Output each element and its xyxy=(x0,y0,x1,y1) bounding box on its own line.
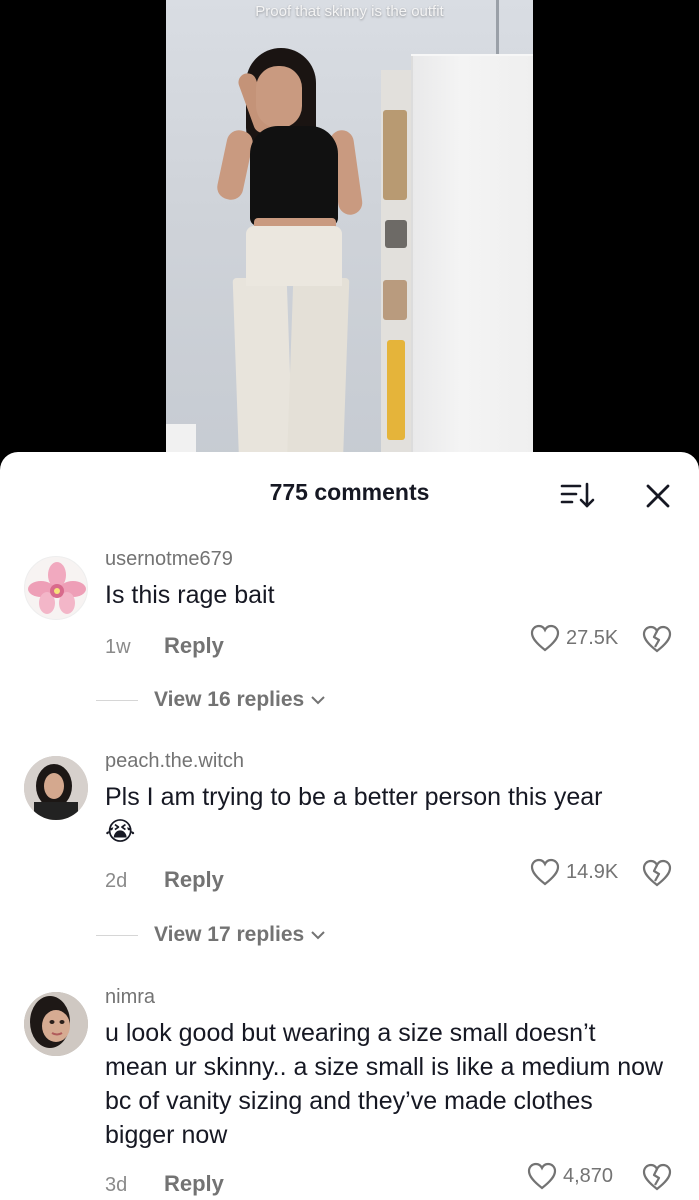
comment-text: Pls I am trying to be a better person th… xyxy=(105,783,603,811)
reply-button[interactable]: Reply xyxy=(164,633,224,659)
sort-icon xyxy=(560,482,595,508)
comment-timestamp: 1w xyxy=(105,636,131,658)
avatar[interactable] xyxy=(24,992,88,1056)
like-count: 14.9K xyxy=(566,860,619,883)
video-area[interactable]: Proof that skinny is the outfit xyxy=(0,0,699,470)
orchid-flower-avatar-icon xyxy=(28,562,86,614)
like-count: 4,870 xyxy=(563,1164,614,1187)
like-count: 27.5K xyxy=(566,626,619,649)
heart-icon xyxy=(527,1162,557,1190)
reply-button[interactable]: Reply xyxy=(164,1171,224,1197)
comments-header: 775 comments xyxy=(0,452,699,532)
video-frame[interactable]: Proof that skinny is the outfit xyxy=(166,0,533,470)
like-button[interactable]: 27.5K xyxy=(530,624,618,652)
video-caption: Proof that skinny is the outfit xyxy=(255,3,444,20)
comment-timestamp: 2d xyxy=(105,870,128,892)
comment-text: u look good but wearing a size small doe… xyxy=(105,1019,664,1149)
chevron-down-icon xyxy=(311,696,325,705)
dislike-button[interactable] xyxy=(641,859,673,892)
broken-heart-icon xyxy=(642,859,672,887)
close-icon xyxy=(646,484,670,508)
comment-username[interactable]: nimra xyxy=(105,986,155,1009)
woman-dark-hair-avatar-icon xyxy=(24,756,88,820)
person-figure xyxy=(166,0,533,470)
woman-selfie-avatar-icon xyxy=(24,992,88,1056)
broken-heart-icon xyxy=(642,625,672,653)
dislike-button[interactable] xyxy=(641,1163,673,1196)
close-button[interactable] xyxy=(638,476,678,516)
comment-emoji: 😭 xyxy=(105,816,136,846)
broken-heart-icon xyxy=(642,1163,672,1191)
comments-sheet: 775 comments usernotme679 Is this rage b… xyxy=(0,452,699,1200)
avatar[interactable] xyxy=(24,756,88,820)
heart-icon xyxy=(530,858,560,886)
chevron-down-icon xyxy=(311,931,325,940)
view-replies-label: View 16 replies xyxy=(154,688,305,711)
heart-icon xyxy=(530,624,560,652)
like-button[interactable]: 14.9K xyxy=(530,858,618,886)
avatar[interactable] xyxy=(24,556,88,620)
sort-button[interactable] xyxy=(556,478,596,512)
reply-button[interactable]: Reply xyxy=(164,867,224,893)
view-replies-label: View 17 replies xyxy=(154,923,305,946)
comment-username[interactable]: usernotme679 xyxy=(105,548,233,571)
comment-username[interactable]: peach.the.witch xyxy=(105,750,244,773)
comment-text: Is this rage bait xyxy=(105,581,275,609)
dislike-button[interactable] xyxy=(641,625,673,658)
view-replies-button[interactable]: View 17 replies xyxy=(96,923,326,947)
comment-timestamp: 3d xyxy=(105,1174,128,1196)
like-button[interactable]: 4,870 xyxy=(527,1162,613,1190)
view-replies-button[interactable]: View 16 replies xyxy=(96,688,326,712)
